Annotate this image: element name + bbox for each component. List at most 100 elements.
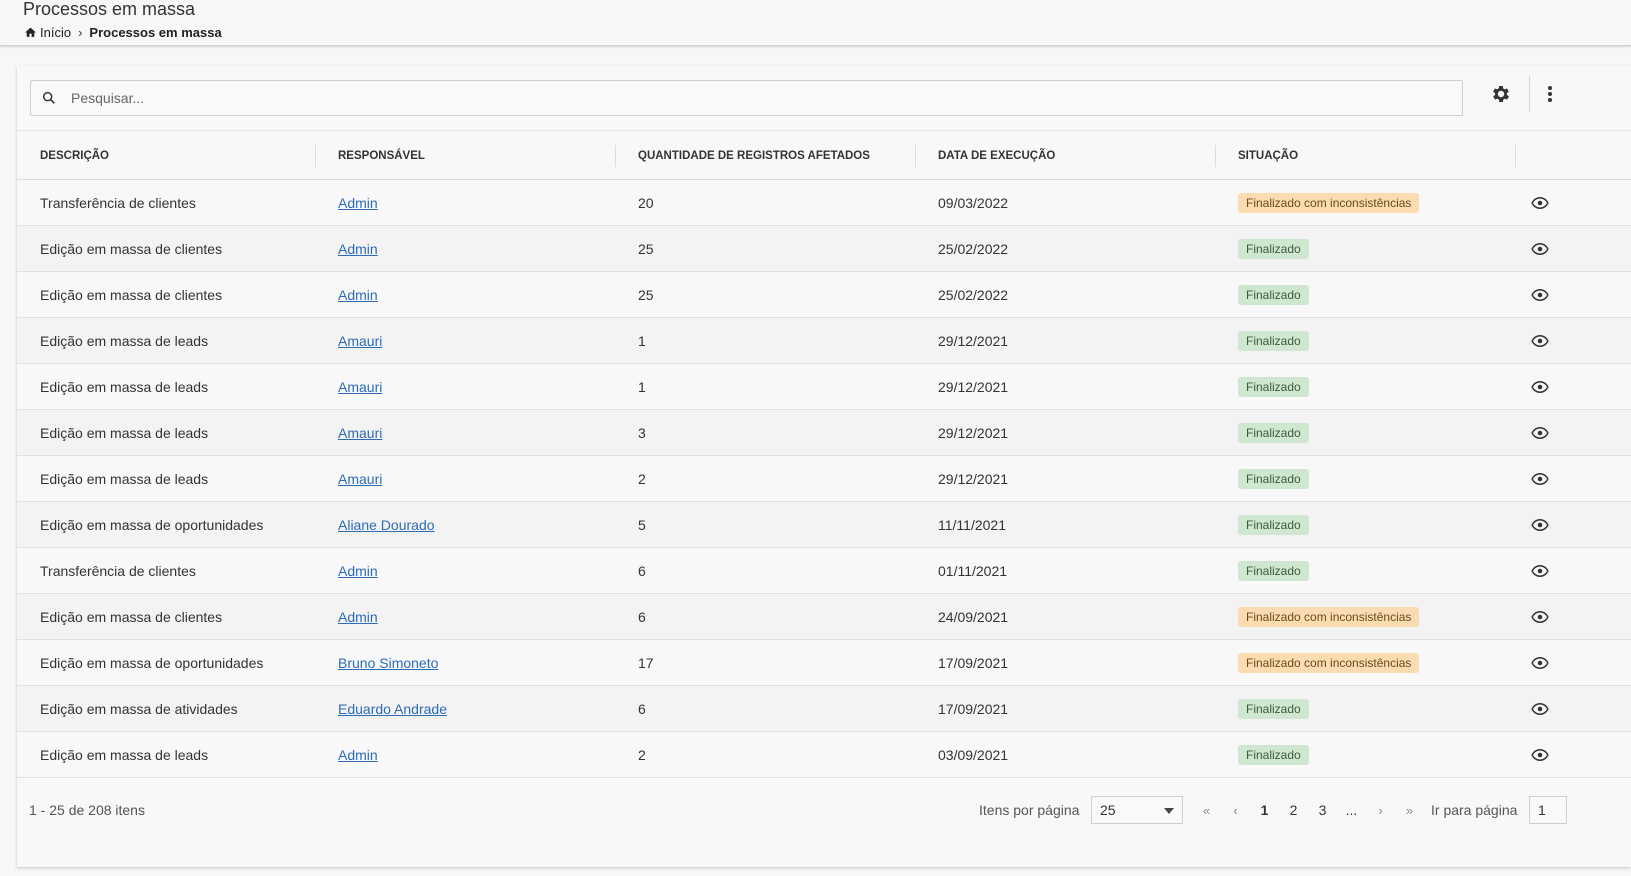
cell-responsavel: Aliane Dourado bbox=[338, 502, 435, 548]
breadcrumb-home[interactable]: Início bbox=[40, 25, 71, 40]
cell-situacao: Finalizado bbox=[1238, 456, 1309, 502]
page-button-2[interactable]: 2 bbox=[1279, 802, 1308, 818]
cell-situacao: Finalizado bbox=[1238, 226, 1309, 272]
status-badge: Finalizado com inconsistências bbox=[1238, 653, 1420, 673]
eye-icon[interactable] bbox=[1531, 562, 1549, 580]
page-button-1[interactable]: 1 bbox=[1250, 802, 1279, 818]
responsavel-link[interactable]: Admin bbox=[338, 241, 378, 257]
eye-icon[interactable] bbox=[1531, 286, 1549, 304]
table-row: Edição em massa de oportunidades Bruno Si… bbox=[17, 640, 1631, 686]
status-badge: Finalizado bbox=[1238, 377, 1309, 397]
cell-data: 25/02/2022 bbox=[938, 287, 1009, 303]
responsavel-link[interactable]: Amauri bbox=[338, 471, 382, 487]
cell-data: 09/03/2022 bbox=[938, 195, 1009, 211]
cell-responsavel: Admin bbox=[338, 594, 378, 640]
eye-icon[interactable] bbox=[1531, 332, 1549, 350]
search-box[interactable] bbox=[30, 80, 1463, 116]
cell-data: 29/12/2021 bbox=[938, 425, 1009, 441]
page-ellipsis[interactable]: ... bbox=[1337, 802, 1366, 818]
cell-descricao: Edição em massa de atividades bbox=[40, 701, 238, 717]
cell-responsavel: Admin bbox=[338, 548, 378, 594]
cell-data: 29/12/2021 bbox=[938, 333, 1009, 349]
status-badge: Finalizado com inconsistências bbox=[1238, 607, 1420, 627]
pagination: « ‹ 1 2 3 ... › » bbox=[1192, 796, 1424, 824]
first-page-button[interactable]: « bbox=[1192, 803, 1221, 818]
responsavel-link[interactable]: Eduardo Andrade bbox=[338, 701, 447, 717]
column-header-situacao[interactable]: SITUAÇÃO bbox=[1238, 131, 1298, 181]
goto-page-input[interactable] bbox=[1529, 796, 1567, 824]
eye-icon[interactable] bbox=[1531, 240, 1549, 258]
cell-quantidade: 5 bbox=[638, 517, 646, 533]
cell-quantidade: 1 bbox=[638, 379, 646, 395]
responsavel-link[interactable]: Admin bbox=[338, 747, 378, 763]
column-header-data[interactable]: DATA DE EXECUÇÃO bbox=[938, 131, 1055, 181]
status-badge: Finalizado bbox=[1238, 285, 1309, 305]
status-badge: Finalizado com inconsistências bbox=[1238, 193, 1420, 213]
cell-situacao: Finalizado bbox=[1238, 686, 1309, 732]
table-row: Edição em massa de clientes Admin 25 25/02/… bbox=[17, 226, 1631, 272]
cell-quantidade: 25 bbox=[638, 287, 654, 303]
cell-data: 01/11/2021 bbox=[938, 563, 1008, 579]
column-divider bbox=[915, 145, 916, 167]
gear-icon bbox=[1493, 86, 1509, 102]
table-row: Edição em massa de leads Amauri 1 29/12/202… bbox=[17, 364, 1631, 410]
responsavel-link[interactable]: Amauri bbox=[338, 333, 382, 349]
eye-icon[interactable] bbox=[1531, 194, 1549, 212]
eye-icon[interactable] bbox=[1531, 470, 1549, 488]
responsavel-link[interactable]: Bruno Simoneto bbox=[338, 655, 438, 671]
cell-descricao: Edição em massa de clientes bbox=[40, 287, 223, 303]
cell-quantidade: 6 bbox=[638, 701, 646, 717]
responsavel-link[interactable]: Amauri bbox=[338, 425, 382, 441]
page-title: Processos em massa bbox=[23, 0, 196, 19]
more-options-button[interactable] bbox=[1535, 80, 1565, 108]
cell-descricao: Edição em massa de leads bbox=[40, 333, 209, 349]
table-footer: 1 - 25 de 208 itens Itens por página 25 … bbox=[17, 778, 1631, 834]
search-icon bbox=[42, 91, 55, 104]
responsavel-link[interactable]: Aliane Dourado bbox=[338, 517, 435, 533]
last-page-button[interactable]: » bbox=[1395, 803, 1424, 818]
eye-icon[interactable] bbox=[1531, 700, 1549, 718]
responsavel-link[interactable]: Admin bbox=[338, 563, 378, 579]
cell-responsavel: Admin bbox=[338, 180, 378, 226]
table-row: Edição em massa de leads Admin 2 03/09/2021… bbox=[17, 732, 1631, 778]
page-button-3[interactable]: 3 bbox=[1308, 802, 1337, 818]
column-header-quantidade[interactable]: QUANTIDADE DE REGISTROS AFETADOS bbox=[638, 131, 870, 181]
responsavel-link[interactable]: Admin bbox=[338, 609, 378, 625]
search-input[interactable] bbox=[71, 90, 1421, 106]
range-label: 1 - 25 de 208 itens bbox=[29, 802, 145, 818]
eye-icon[interactable] bbox=[1531, 654, 1549, 672]
cell-descricao: Transferência de clientes bbox=[40, 563, 196, 579]
eye-icon[interactable] bbox=[1531, 424, 1549, 442]
cell-descricao: Edição em massa de leads bbox=[40, 471, 209, 487]
goto-page-label: Ir para página bbox=[1431, 802, 1518, 818]
responsavel-link[interactable]: Admin bbox=[338, 195, 378, 211]
column-header-descricao[interactable]: DESCRIÇÃO bbox=[40, 131, 109, 181]
processes-table: DESCRIÇÃO RESPONSÁVEL QUANTIDADE DE REGI… bbox=[17, 130, 1631, 778]
cell-quantidade: 17 bbox=[638, 655, 654, 671]
per-page-select[interactable]: 25 bbox=[1091, 796, 1183, 824]
column-divider bbox=[315, 145, 316, 167]
table-row: Edição em massa de oportunidades Aliane D… bbox=[17, 502, 1631, 548]
more-vertical-icon bbox=[1548, 86, 1552, 102]
status-badge: Finalizado bbox=[1238, 239, 1309, 259]
cell-data: 17/09/2021 bbox=[938, 655, 1009, 671]
eye-icon[interactable] bbox=[1531, 746, 1549, 764]
status-badge: Finalizado bbox=[1238, 515, 1309, 535]
cell-responsavel: Amauri bbox=[338, 364, 382, 410]
eye-icon[interactable] bbox=[1531, 516, 1549, 534]
toolbar-divider bbox=[1529, 76, 1530, 112]
column-header-responsavel[interactable]: RESPONSÁVEL bbox=[338, 131, 425, 181]
settings-button[interactable] bbox=[1487, 80, 1515, 108]
cell-descricao: Transferência de clientes bbox=[40, 195, 196, 211]
breadcrumb: Início › Processos em massa bbox=[24, 24, 222, 40]
table-row: Edição em massa de clientes Admin 25 25/02/… bbox=[17, 272, 1631, 318]
status-badge: Finalizado bbox=[1238, 745, 1309, 765]
responsavel-link[interactable]: Amauri bbox=[338, 379, 382, 395]
page-header: Processos em massa Início › Processos em… bbox=[0, 0, 1631, 46]
next-page-button[interactable]: › bbox=[1366, 803, 1395, 818]
prev-page-button[interactable]: ‹ bbox=[1221, 803, 1250, 818]
eye-icon[interactable] bbox=[1531, 608, 1549, 626]
eye-icon[interactable] bbox=[1531, 378, 1549, 396]
table-row: Edição em massa de clientes Admin 6 24/09/2… bbox=[17, 594, 1631, 640]
responsavel-link[interactable]: Admin bbox=[338, 287, 378, 303]
